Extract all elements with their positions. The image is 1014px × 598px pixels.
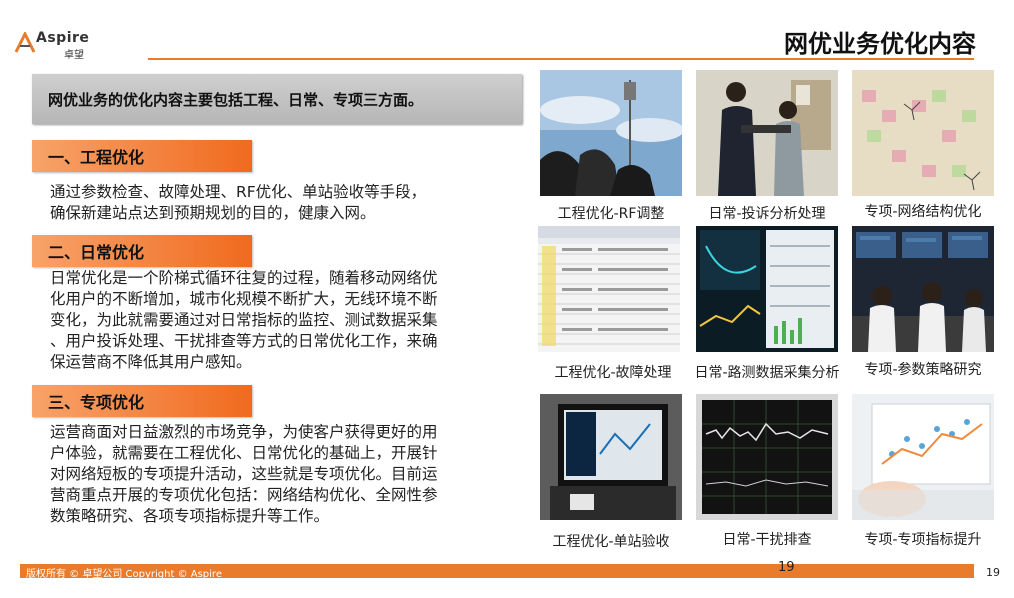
photo-interference-check <box>696 394 838 520</box>
photo-caption: 工程优化-单站验收 <box>552 534 670 550</box>
people-photo-icon <box>696 70 838 196</box>
section-heading-special: 三、专项优化 <box>32 385 252 417</box>
photo-caption: 日常-路测数据采集分析 <box>694 365 840 381</box>
photo-tower-rf <box>540 70 682 196</box>
slide-number-center: 19 <box>778 560 795 575</box>
body-line: 运营商面对日益激烈的市场竞争，为使客户获得更好的用 <box>50 423 438 441</box>
body-line: 变化，为此就需要通过对日常指标的监控、测试数据采集 <box>50 311 438 329</box>
intro-text: 网优业务的优化内容主要包括工程、日常、专项三方面。 <box>48 90 424 109</box>
drivetest-screen-photo-icon <box>696 226 838 352</box>
photo-caption: 工程优化-故障处理 <box>554 365 672 381</box>
logo-text-cn: 卓望 <box>64 50 84 61</box>
photo-parameter-strategy <box>852 226 994 352</box>
photo-caption: 专项-网络结构优化 <box>864 204 982 220</box>
body-line: 数策略研究、各项专项指标提升等工作。 <box>50 507 330 525</box>
photo-kpi-improvement <box>852 394 994 520</box>
section-heading-engineering: 一、工程优化 <box>32 140 252 172</box>
tablet-chart-photo-icon <box>852 394 994 520</box>
photo-site-acceptance <box>540 394 682 520</box>
body-line: 、用户投诉处理、干扰排查等方式的日常优化工作，来确 <box>50 332 438 350</box>
body-line: 日常优化是一个阶梯式循环往复的过程，随着移动网络优 <box>50 269 438 287</box>
page-title: 网优业务优化内容 <box>784 30 976 58</box>
section-heading-label: 三、专项优化 <box>48 393 145 412</box>
section-body-special: 运营商面对日益激烈的市场竞争，为使客户获得更好的用 户体验，就需要在工程优化、日… <box>50 422 510 527</box>
logo-text-en: Aspire <box>36 30 90 46</box>
aspire-logo-icon <box>14 32 36 53</box>
photo-complaint-analysis <box>696 70 838 196</box>
body-line: 营商重点开展的专项优化包括：网络结构优化、全网性参 <box>50 486 438 504</box>
photo-network-structure <box>852 70 994 196</box>
photo-fault-handling <box>538 226 680 352</box>
section-heading-label: 二、日常优化 <box>48 243 145 262</box>
photo-caption: 专项-专项指标提升 <box>864 532 982 548</box>
header-divider <box>148 58 974 60</box>
section-body-daily: 日常优化是一个阶梯式循环往复的过程，随着移动网络优 化用户的不断增加，城市化规模… <box>50 268 510 373</box>
spreadsheet-photo-icon <box>538 226 680 352</box>
photo-caption: 日常-投诉分析处理 <box>708 206 826 222</box>
tower-photo-icon <box>540 70 682 196</box>
body-line: 保运营商不降低其用户感知。 <box>50 353 252 371</box>
page-number: 19 <box>986 566 1000 579</box>
footer-copyright: 版权所有 © 卓望公司 Copyright © Aspire <box>26 569 222 580</box>
section-heading-daily: 二、日常优化 <box>32 235 252 267</box>
control-room-photo-icon <box>852 226 994 352</box>
body-line: 对网络短板的专项提升活动，这些就是专项优化。目前运 <box>50 465 438 483</box>
photo-caption: 工程优化-RF调整 <box>557 206 665 222</box>
photo-caption: 专项-参数策略研究 <box>864 362 982 378</box>
photo-caption: 日常-干扰排查 <box>722 532 812 548</box>
laptop-photo-icon <box>540 394 682 520</box>
body-line: 化用户的不断增加，城市化规模不断扩大，无线环境不断 <box>50 290 438 308</box>
intro-banner: 网优业务的优化内容主要包括工程、日常、专项三方面。 <box>32 74 522 124</box>
body-line: 确保新建站点达到预期规划的目的，健康入网。 <box>50 204 376 222</box>
body-line: 户体验，就需要在工程优化、日常优化的基础上，开展针 <box>50 444 438 462</box>
spectrum-photo-icon <box>696 394 838 520</box>
photo-drive-test <box>696 226 838 352</box>
aspire-logo: Aspire 卓望 <box>14 30 104 61</box>
section-body-engineering: 通过参数检查、故障处理、RF优化、单站验收等手段， 确保新建站点达到预期规划的目… <box>50 182 510 224</box>
section-heading-label: 一、工程优化 <box>48 148 145 167</box>
map-photo-icon <box>852 70 994 196</box>
body-line: 通过参数检查、故障处理、RF优化、单站验收等手段， <box>50 183 427 201</box>
